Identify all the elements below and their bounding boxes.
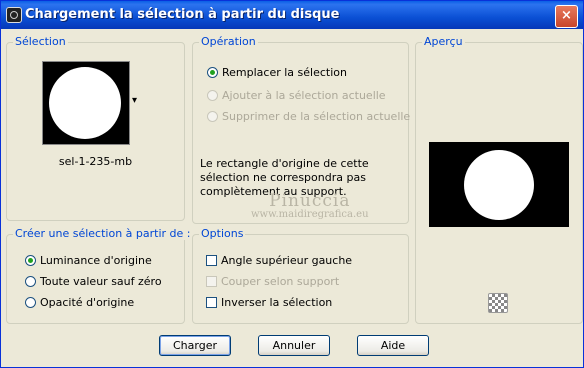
transparency-toggle-icon[interactable] (488, 293, 508, 313)
dropdown-arrow-icon[interactable]: ▾ (132, 95, 137, 106)
radio-dot (207, 67, 218, 78)
window-title: Chargement la sélection à partir du disq… (25, 7, 340, 22)
options-group: Options Angle supérieur gauche Couper se… (192, 227, 409, 324)
radio-dot (25, 276, 36, 287)
checkbox-box (206, 255, 217, 266)
operation-group-label: Opération (199, 35, 258, 48)
checkbox-label: Inverser la sélection (221, 296, 333, 309)
radio-dot (25, 255, 36, 266)
options-group-label: Options (199, 227, 246, 240)
radio-label: Toute valeur sauf zéro (40, 275, 162, 288)
title-bar[interactable]: Chargement la sélection à partir du disq… (1, 1, 583, 29)
radio-dot (207, 90, 218, 101)
selection-group-label: Sélection (13, 35, 68, 48)
preview-group: Aperçu (415, 35, 583, 324)
circle-shape (49, 67, 121, 139)
warning-message: Le rectangle d'origine de cette sélectio… (200, 157, 369, 198)
selection-thumbnail[interactable] (42, 61, 130, 145)
app-icon (6, 7, 22, 23)
checkbox-box (206, 297, 217, 308)
radio-add-selection[interactable]: Ajouter à la sélection actuelle (207, 89, 386, 102)
preview-canvas (429, 142, 569, 227)
radio-dot (207, 111, 218, 122)
radio-subtract-selection[interactable]: Supprimer de la sélection actuelle (207, 110, 410, 123)
dialog-window: Chargement la sélection à partir du disq… (0, 0, 584, 368)
checkbox-invert-selection[interactable]: Inverser la sélection (206, 296, 332, 309)
checkbox-crop-to-canvas[interactable]: Couper selon support (206, 275, 339, 288)
create-from-group: Créer une sélection à partir de : Lumina… (6, 227, 193, 324)
preset-name: sel-1-235-mb (58, 155, 133, 168)
checkbox-label: Couper selon support (221, 275, 340, 288)
preview-group-label: Aperçu (422, 35, 465, 48)
checkbox-label: Angle supérieur gauche (221, 254, 353, 267)
cancel-button[interactable]: Annuler (258, 335, 330, 356)
close-button[interactable]: × (555, 5, 578, 28)
radio-label: Supprimer de la sélection actuelle (222, 110, 411, 123)
checkbox-top-left-corner[interactable]: Angle supérieur gauche (206, 254, 352, 267)
radio-label: Luminance d'origine (40, 254, 152, 267)
checkbox-box (206, 276, 217, 287)
load-button[interactable]: Charger (159, 335, 231, 356)
radio-replace-selection[interactable]: Remplacer la sélection (207, 66, 347, 79)
radio-any-nonzero[interactable]: Toute valeur sauf zéro (25, 275, 162, 288)
radio-label: Ajouter à la sélection actuelle (222, 89, 386, 102)
radio-label: Opacité d'origine (40, 296, 135, 309)
radio-opacity[interactable]: Opacité d'origine (25, 296, 134, 309)
help-button[interactable]: Aide (357, 335, 429, 356)
radio-luminance[interactable]: Luminance d'origine (25, 254, 152, 267)
operation-group: Opération Remplacer la sélection Ajouter… (192, 35, 410, 224)
radio-dot (25, 297, 36, 308)
preview-circle (464, 150, 534, 220)
radio-label: Remplacer la sélection (222, 66, 347, 79)
selection-group: Sélection ▾ sel-1-235-mb (6, 35, 185, 221)
create-from-group-label: Créer une sélection à partir de : (13, 227, 193, 240)
